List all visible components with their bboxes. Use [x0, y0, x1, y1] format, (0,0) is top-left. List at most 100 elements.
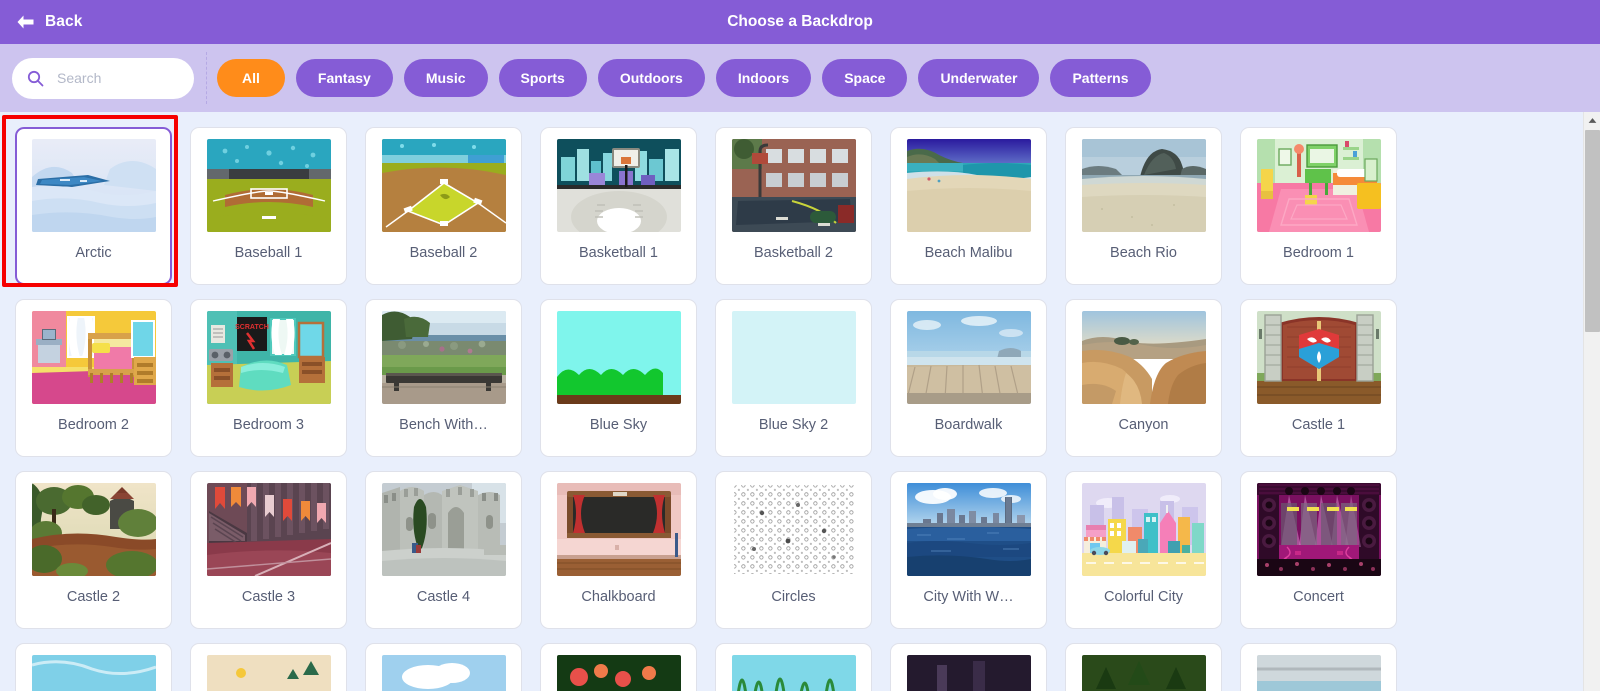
backdrop-card[interactable]: SCRATCH Bedroom 3	[190, 299, 347, 457]
backdrop-card-label: Arctic	[75, 245, 112, 261]
backdrop-card-label: Basketball 2	[754, 245, 833, 261]
backdrop-thumbnail-partial-dark	[906, 655, 1031, 691]
backdrop-card-label: Blue Sky 2	[758, 417, 829, 433]
backdrop-card-label: Circles	[771, 589, 816, 605]
backdrop-thumbnail-colorfulcity	[1081, 483, 1206, 576]
backdrop-thumbnail-partial-forest	[1081, 655, 1206, 691]
backdrop-card[interactable]: Castle 1	[1240, 299, 1397, 457]
backdrop-thumbnail-bedroom2	[31, 311, 156, 404]
backdrop-card[interactable]	[1065, 643, 1222, 691]
backdrop-thumbnail-basketball1	[556, 139, 681, 232]
backdrop-card-label: Basketball 1	[579, 245, 658, 261]
backdrop-card-label: Bench With…	[399, 417, 488, 433]
filter-tag-sports[interactable]: Sports	[498, 59, 587, 97]
scrollbar-thumb[interactable]	[1585, 130, 1600, 332]
backdrop-grid: Arctic Baseball 1 Baseball 2 Basketball 1 Ba…	[0, 112, 1540, 691]
backdrop-thumbnail-partial-flowers	[556, 655, 681, 691]
backdrop-card-label: Castle 2	[66, 589, 121, 605]
backdrop-card[interactable]	[365, 643, 522, 691]
backdrop-thumbnail-bedroom1	[1256, 139, 1381, 232]
vertical-scrollbar[interactable]	[1583, 112, 1600, 691]
backdrop-thumbnail-castle4	[381, 483, 506, 576]
backdrop-card[interactable]: Canyon	[1065, 299, 1222, 457]
backdrop-card[interactable]	[715, 643, 872, 691]
backdrop-thumbnail-circles	[731, 483, 856, 576]
backdrop-card[interactable]: Arctic	[15, 127, 172, 285]
backdrop-card-label: Canyon	[1118, 417, 1169, 433]
arrow-left-icon	[16, 14, 35, 30]
backdrop-card-label: Baseball 1	[234, 245, 303, 261]
backdrop-card[interactable]: Colorful City	[1065, 471, 1222, 629]
backdrop-card[interactable]: Beach Rio	[1065, 127, 1222, 285]
backdrop-thumbnail-arctic	[31, 139, 156, 232]
backdrop-card-label: Castle 4	[416, 589, 471, 605]
backdrop-card[interactable]: Basketball 2	[715, 127, 872, 285]
backdrop-card[interactable]	[190, 643, 347, 691]
backdrop-card[interactable]	[15, 643, 172, 691]
back-button[interactable]: Back	[0, 0, 96, 44]
backdrop-card-label: Castle 3	[241, 589, 296, 605]
backdrop-card[interactable]	[540, 643, 697, 691]
backdrop-thumbnail-citywater	[906, 483, 1031, 576]
backdrop-thumbnail-baseball2	[381, 139, 506, 232]
backdrop-card[interactable]: Boardwalk	[890, 299, 1047, 457]
filter-tag-indoors[interactable]: Indoors	[715, 59, 812, 97]
backdrop-card[interactable]: Bedroom 1	[1240, 127, 1397, 285]
backdrop-card[interactable]: Castle 2	[15, 471, 172, 629]
backdrop-thumbnail-partial-pool	[1256, 655, 1381, 691]
backdrop-card[interactable]: Baseball 2	[365, 127, 522, 285]
backdrop-card[interactable]	[1240, 643, 1397, 691]
backdrop-card-label: Chalkboard	[581, 589, 656, 605]
backdrop-thumbnail-bluesky2	[731, 311, 856, 404]
scroll-up-arrow-icon[interactable]	[1584, 112, 1600, 129]
filter-tag-music[interactable]: Music	[403, 59, 488, 97]
backdrop-card[interactable]: Beach Malibu	[890, 127, 1047, 285]
backdrop-thumbnail-partial-desert	[206, 655, 331, 691]
filter-tag-patterns[interactable]: Patterns	[1050, 59, 1151, 97]
backdrop-thumbnail-bedroom3: SCRATCH	[206, 311, 331, 404]
backdrop-card[interactable]: Blue Sky 2	[715, 299, 872, 457]
backdrop-card-label: Castle 1	[1291, 417, 1346, 433]
backdrop-card[interactable]: Bedroom 2	[15, 299, 172, 457]
backdrop-thumbnail-partial-beach	[31, 655, 156, 691]
backdrop-thumbnail-basketball2	[731, 139, 856, 232]
backdrop-card-label: Baseball 2	[409, 245, 478, 261]
backdrop-card-label: Blue Sky	[589, 417, 648, 433]
filter-tag-space[interactable]: Space	[822, 59, 908, 97]
filter-tag-underwater[interactable]: Underwater	[918, 59, 1040, 97]
backdrop-card[interactable]: Baseball 1	[190, 127, 347, 285]
backdrop-card[interactable]: Basketball 1	[540, 127, 697, 285]
backdrop-card[interactable]	[890, 643, 1047, 691]
backdrop-card[interactable]: Blue Sky	[540, 299, 697, 457]
backdrop-thumbnail-canyon	[1081, 311, 1206, 404]
backdrop-card[interactable]: Chalkboard	[540, 471, 697, 629]
filter-tag-all[interactable]: All	[217, 59, 285, 97]
backdrop-thumbnail-castle2	[31, 483, 156, 576]
backdrop-thumbnail-bench	[381, 311, 506, 404]
backdrop-card[interactable]: Circles	[715, 471, 872, 629]
filter-tag-outdoors[interactable]: Outdoors	[597, 59, 705, 97]
backdrop-thumbnail-bluesky	[556, 311, 681, 404]
search-icon	[27, 70, 44, 87]
filter-tag-fantasy[interactable]: Fantasy	[295, 59, 393, 97]
backdrop-card-label: Beach Rio	[1110, 245, 1177, 261]
backdrop-card-label: Boardwalk	[934, 417, 1003, 433]
page-title: Choose a Backdrop	[727, 13, 873, 30]
backdrop-card-label: Bedroom 3	[233, 417, 304, 433]
filter-tag-list: All Fantasy Music Sports Outdoors Indoors Spac…	[217, 59, 1588, 97]
back-button-label: Back	[45, 13, 83, 30]
search-input[interactable]	[57, 70, 177, 86]
backdrop-card-label: City With W…	[923, 589, 1014, 605]
search-box[interactable]	[12, 57, 194, 99]
backdrop-thumbnail-chalkboard	[556, 483, 681, 576]
backdrop-card[interactable]: City With W…	[890, 471, 1047, 629]
backdrop-card[interactable]: Concert	[1240, 471, 1397, 629]
backdrop-card[interactable]: Castle 3	[190, 471, 347, 629]
backdrop-card[interactable]: Castle 4	[365, 471, 522, 629]
backdrop-thumbnail-beachmalibu	[906, 139, 1031, 232]
backdrop-thumbnail-castle3	[206, 483, 331, 576]
backdrop-library-body: Arctic Baseball 1 Baseball 2 Basketball 1 Ba…	[0, 112, 1600, 691]
page-header: Back Choose a Backdrop	[0, 0, 1600, 44]
backdrop-card[interactable]: Bench With…	[365, 299, 522, 457]
backdrop-thumbnail-castle1	[1256, 311, 1381, 404]
